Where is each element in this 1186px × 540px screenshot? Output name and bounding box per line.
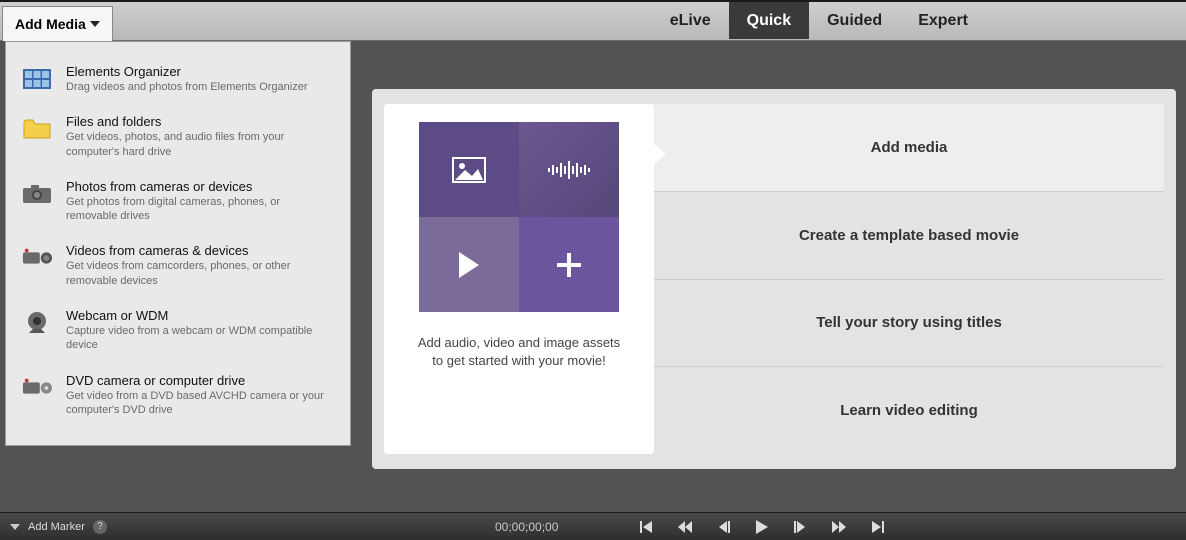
add-media-dropdown-button[interactable]: Add Media xyxy=(2,6,113,41)
goto-end-button[interactable] xyxy=(872,521,884,533)
menu-desc: Get videos, photos, and audio files from… xyxy=(66,130,334,159)
media-thumb-grid xyxy=(419,122,619,312)
camera-icon xyxy=(22,181,52,207)
action-label: Create a template based movie xyxy=(799,227,1019,244)
action-label: Learn video editing xyxy=(840,402,978,419)
card-text-line1: Add audio, video and image assets xyxy=(402,334,636,352)
image-icon xyxy=(419,122,519,217)
guide-actions: Add media Create a template based movie … xyxy=(654,104,1164,454)
menu-desc: Get videos from camcorders, phones, or o… xyxy=(66,259,334,288)
help-icon[interactable]: ? xyxy=(93,520,107,534)
add-marker-label: Add Marker xyxy=(28,521,85,533)
menu-videos-cameras[interactable]: Videos from cameras & devices Get videos… xyxy=(6,233,350,298)
guide-panel: Add audio, video and image assets to get… xyxy=(372,89,1176,469)
menu-title: Webcam or WDM xyxy=(66,308,334,323)
action-label: Tell your story using titles xyxy=(816,314,1002,331)
audio-wave-icon xyxy=(519,122,619,217)
marker-menu-caret-icon[interactable] xyxy=(10,524,20,530)
menu-webcam[interactable]: Webcam or WDM Capture video from a webca… xyxy=(6,298,350,363)
menu-title: Photos from cameras or devices xyxy=(66,179,334,194)
tab-elive-label: eLive xyxy=(670,12,711,30)
step-forward-button[interactable] xyxy=(794,521,806,533)
timecode-display: 00;00;00;00 xyxy=(495,520,558,534)
dvd-camera-icon xyxy=(22,375,52,401)
menu-dvd-drive[interactable]: DVD camera or computer drive Get video f… xyxy=(6,363,350,428)
play-button[interactable] xyxy=(756,520,768,534)
menu-elements-organizer[interactable]: Elements Organizer Drag videos and photo… xyxy=(6,54,350,104)
action-template-movie[interactable]: Create a template based movie xyxy=(654,192,1164,280)
goto-start-button[interactable] xyxy=(640,521,652,533)
menu-title: Videos from cameras & devices xyxy=(66,243,334,258)
tab-expert[interactable]: Expert xyxy=(900,2,986,39)
playback-controls xyxy=(640,520,884,534)
menu-files-folders[interactable]: Files and folders Get videos, photos, an… xyxy=(6,104,350,169)
camcorder-icon xyxy=(22,245,52,271)
tab-expert-label: Expert xyxy=(918,12,968,30)
card-text-line2: to get started with your movie! xyxy=(402,352,636,370)
menu-desc: Capture video from a webcam or WDM compa… xyxy=(66,324,334,353)
add-media-card-text: Add audio, video and image assets to get… xyxy=(402,334,636,370)
menu-title: Files and folders xyxy=(66,114,334,129)
folder-icon xyxy=(22,116,52,142)
tab-elive[interactable]: eLive xyxy=(652,2,729,39)
prev-frame-button[interactable] xyxy=(678,521,692,533)
tab-quick[interactable]: Quick xyxy=(729,2,809,39)
plus-icon xyxy=(519,217,619,312)
add-marker-button[interactable]: Add Marker xyxy=(28,521,85,533)
mode-tabs: eLive Quick Guided Expert xyxy=(652,2,986,39)
top-toolbar: Add Media eLive Quick Guided Expert xyxy=(0,0,1186,41)
menu-desc: Drag videos and photos from Elements Org… xyxy=(66,80,334,94)
action-learn-editing[interactable]: Learn video editing xyxy=(654,367,1164,454)
grid-icon xyxy=(22,66,52,92)
menu-desc: Get photos from digital cameras, phones,… xyxy=(66,195,334,224)
tab-quick-label: Quick xyxy=(747,12,791,30)
timeline-bar: Add Marker ? 00;00;00;00 xyxy=(0,512,1186,540)
add-media-menu: Elements Organizer Drag videos and photo… xyxy=(5,41,351,446)
next-frame-button[interactable] xyxy=(832,521,846,533)
menu-title: Elements Organizer xyxy=(66,64,334,79)
add-media-card: Add audio, video and image assets to get… xyxy=(384,104,654,454)
tab-guided-label: Guided xyxy=(827,12,882,30)
add-media-label: Add Media xyxy=(15,16,86,32)
action-add-media[interactable]: Add media xyxy=(654,104,1164,192)
action-titles-story[interactable]: Tell your story using titles xyxy=(654,280,1164,368)
webcam-icon xyxy=(22,310,52,336)
step-back-button[interactable] xyxy=(718,521,730,533)
menu-title: DVD camera or computer drive xyxy=(66,373,334,388)
menu-desc: Get video from a DVD based AVCHD camera … xyxy=(66,389,334,418)
caret-down-icon xyxy=(90,21,100,27)
action-label: Add media xyxy=(871,139,948,156)
tab-guided[interactable]: Guided xyxy=(809,2,900,39)
play-icon xyxy=(419,217,519,312)
menu-photos-cameras[interactable]: Photos from cameras or devices Get photo… xyxy=(6,169,350,234)
